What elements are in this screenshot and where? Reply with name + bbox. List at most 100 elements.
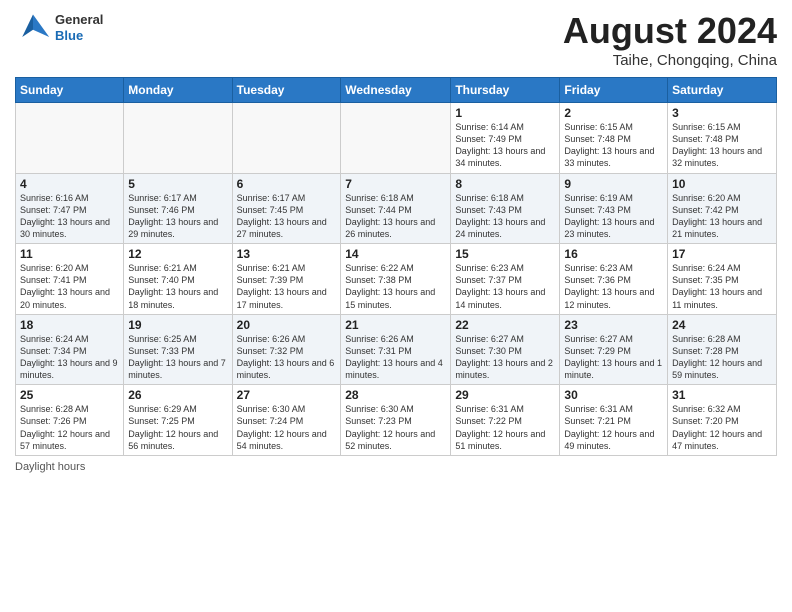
day-number: 24 bbox=[672, 318, 772, 332]
week-row-2: 4Sunrise: 6:16 AMSunset: 7:47 PMDaylight… bbox=[16, 173, 777, 244]
day-info: Sunrise: 6:23 AMSunset: 7:36 PMDaylight:… bbox=[564, 262, 663, 311]
day-cell-12: 12Sunrise: 6:21 AMSunset: 7:40 PMDayligh… bbox=[124, 244, 232, 315]
day-cell-16: 16Sunrise: 6:23 AMSunset: 7:36 PMDayligh… bbox=[560, 244, 668, 315]
day-number: 19 bbox=[128, 318, 227, 332]
day-number: 29 bbox=[455, 388, 555, 402]
day-info: Sunrise: 6:20 AMSunset: 7:42 PMDaylight:… bbox=[672, 192, 772, 241]
day-number: 27 bbox=[237, 388, 337, 402]
day-info: Sunrise: 6:19 AMSunset: 7:43 PMDaylight:… bbox=[564, 192, 663, 241]
day-cell-8: 8Sunrise: 6:18 AMSunset: 7:43 PMDaylight… bbox=[451, 173, 560, 244]
day-number: 21 bbox=[345, 318, 446, 332]
day-cell-10: 10Sunrise: 6:20 AMSunset: 7:42 PMDayligh… bbox=[668, 173, 777, 244]
day-cell-13: 13Sunrise: 6:21 AMSunset: 7:39 PMDayligh… bbox=[232, 244, 341, 315]
day-number: 28 bbox=[345, 388, 446, 402]
day-number: 18 bbox=[20, 318, 119, 332]
day-cell-15: 15Sunrise: 6:23 AMSunset: 7:37 PMDayligh… bbox=[451, 244, 560, 315]
day-number: 8 bbox=[455, 177, 555, 191]
day-cell-1: 1Sunrise: 6:14 AMSunset: 7:49 PMDaylight… bbox=[451, 103, 560, 174]
day-number: 5 bbox=[128, 177, 227, 191]
day-info: Sunrise: 6:28 AMSunset: 7:26 PMDaylight:… bbox=[20, 403, 119, 452]
day-number: 15 bbox=[455, 247, 555, 261]
day-info: Sunrise: 6:16 AMSunset: 7:47 PMDaylight:… bbox=[20, 192, 119, 241]
week-row-3: 11Sunrise: 6:20 AMSunset: 7:41 PMDayligh… bbox=[16, 244, 777, 315]
week-row-1: 1Sunrise: 6:14 AMSunset: 7:49 PMDaylight… bbox=[16, 103, 777, 174]
logo-icon bbox=[15, 10, 51, 46]
day-info: Sunrise: 6:21 AMSunset: 7:40 PMDaylight:… bbox=[128, 262, 227, 311]
day-number: 1 bbox=[455, 106, 555, 120]
day-info: Sunrise: 6:20 AMSunset: 7:41 PMDaylight:… bbox=[20, 262, 119, 311]
day-number: 25 bbox=[20, 388, 119, 402]
day-number: 20 bbox=[237, 318, 337, 332]
day-number: 2 bbox=[564, 106, 663, 120]
day-cell-11: 11Sunrise: 6:20 AMSunset: 7:41 PMDayligh… bbox=[16, 244, 124, 315]
day-number: 10 bbox=[672, 177, 772, 191]
page: General Blue August 2024 Taihe, Chongqin… bbox=[0, 0, 792, 488]
day-info: Sunrise: 6:25 AMSunset: 7:33 PMDaylight:… bbox=[128, 333, 227, 382]
week-row-4: 18Sunrise: 6:24 AMSunset: 7:34 PMDayligh… bbox=[16, 314, 777, 385]
header-sunday: Sunday bbox=[16, 78, 124, 103]
calendar-table: SundayMondayTuesdayWednesdayThursdayFrid… bbox=[15, 77, 777, 456]
day-cell-27: 27Sunrise: 6:30 AMSunset: 7:24 PMDayligh… bbox=[232, 385, 341, 456]
day-cell-31: 31Sunrise: 6:32 AMSunset: 7:20 PMDayligh… bbox=[668, 385, 777, 456]
day-cell-21: 21Sunrise: 6:26 AMSunset: 7:31 PMDayligh… bbox=[341, 314, 451, 385]
day-cell-24: 24Sunrise: 6:28 AMSunset: 7:28 PMDayligh… bbox=[668, 314, 777, 385]
day-number: 31 bbox=[672, 388, 772, 402]
day-number: 6 bbox=[237, 177, 337, 191]
day-cell-28: 28Sunrise: 6:30 AMSunset: 7:23 PMDayligh… bbox=[341, 385, 451, 456]
day-info: Sunrise: 6:15 AMSunset: 7:48 PMDaylight:… bbox=[564, 121, 663, 170]
day-cell-empty bbox=[232, 103, 341, 174]
day-info: Sunrise: 6:26 AMSunset: 7:32 PMDaylight:… bbox=[237, 333, 337, 382]
day-cell-26: 26Sunrise: 6:29 AMSunset: 7:25 PMDayligh… bbox=[124, 385, 232, 456]
day-info: Sunrise: 6:14 AMSunset: 7:49 PMDaylight:… bbox=[455, 121, 555, 170]
day-number: 22 bbox=[455, 318, 555, 332]
logo-text: General Blue bbox=[55, 12, 103, 43]
day-info: Sunrise: 6:24 AMSunset: 7:35 PMDaylight:… bbox=[672, 262, 772, 311]
logo: General Blue bbox=[15, 10, 103, 46]
day-info: Sunrise: 6:27 AMSunset: 7:30 PMDaylight:… bbox=[455, 333, 555, 382]
logo-general-text: General bbox=[55, 12, 103, 28]
logo-blue-text: Blue bbox=[55, 28, 103, 44]
day-info: Sunrise: 6:23 AMSunset: 7:37 PMDaylight:… bbox=[455, 262, 555, 311]
day-cell-20: 20Sunrise: 6:26 AMSunset: 7:32 PMDayligh… bbox=[232, 314, 341, 385]
day-info: Sunrise: 6:15 AMSunset: 7:48 PMDaylight:… bbox=[672, 121, 772, 170]
day-number: 23 bbox=[564, 318, 663, 332]
week-row-5: 25Sunrise: 6:28 AMSunset: 7:26 PMDayligh… bbox=[16, 385, 777, 456]
day-number: 26 bbox=[128, 388, 227, 402]
day-number: 17 bbox=[672, 247, 772, 261]
header-thursday: Thursday bbox=[451, 78, 560, 103]
day-cell-empty bbox=[124, 103, 232, 174]
day-cell-22: 22Sunrise: 6:27 AMSunset: 7:30 PMDayligh… bbox=[451, 314, 560, 385]
day-info: Sunrise: 6:18 AMSunset: 7:44 PMDaylight:… bbox=[345, 192, 446, 241]
day-cell-18: 18Sunrise: 6:24 AMSunset: 7:34 PMDayligh… bbox=[16, 314, 124, 385]
day-cell-19: 19Sunrise: 6:25 AMSunset: 7:33 PMDayligh… bbox=[124, 314, 232, 385]
day-cell-29: 29Sunrise: 6:31 AMSunset: 7:22 PMDayligh… bbox=[451, 385, 560, 456]
day-info: Sunrise: 6:31 AMSunset: 7:22 PMDaylight:… bbox=[455, 403, 555, 452]
day-info: Sunrise: 6:30 AMSunset: 7:24 PMDaylight:… bbox=[237, 403, 337, 452]
day-number: 9 bbox=[564, 177, 663, 191]
calendar-title: August 2024 bbox=[563, 10, 777, 52]
day-number: 3 bbox=[672, 106, 772, 120]
day-info: Sunrise: 6:30 AMSunset: 7:23 PMDaylight:… bbox=[345, 403, 446, 452]
header: General Blue August 2024 Taihe, Chongqin… bbox=[15, 10, 777, 69]
day-info: Sunrise: 6:22 AMSunset: 7:38 PMDaylight:… bbox=[345, 262, 446, 311]
day-cell-6: 6Sunrise: 6:17 AMSunset: 7:45 PMDaylight… bbox=[232, 173, 341, 244]
day-number: 13 bbox=[237, 247, 337, 261]
day-info: Sunrise: 6:27 AMSunset: 7:29 PMDaylight:… bbox=[564, 333, 663, 382]
header-wednesday: Wednesday bbox=[341, 78, 451, 103]
day-cell-17: 17Sunrise: 6:24 AMSunset: 7:35 PMDayligh… bbox=[668, 244, 777, 315]
day-info: Sunrise: 6:21 AMSunset: 7:39 PMDaylight:… bbox=[237, 262, 337, 311]
day-info: Sunrise: 6:31 AMSunset: 7:21 PMDaylight:… bbox=[564, 403, 663, 452]
day-cell-5: 5Sunrise: 6:17 AMSunset: 7:46 PMDaylight… bbox=[124, 173, 232, 244]
day-info: Sunrise: 6:17 AMSunset: 7:46 PMDaylight:… bbox=[128, 192, 227, 241]
day-info: Sunrise: 6:17 AMSunset: 7:45 PMDaylight:… bbox=[237, 192, 337, 241]
day-info: Sunrise: 6:28 AMSunset: 7:28 PMDaylight:… bbox=[672, 333, 772, 382]
day-cell-14: 14Sunrise: 6:22 AMSunset: 7:38 PMDayligh… bbox=[341, 244, 451, 315]
header-monday: Monday bbox=[124, 78, 232, 103]
day-number: 12 bbox=[128, 247, 227, 261]
day-info: Sunrise: 6:29 AMSunset: 7:25 PMDaylight:… bbox=[128, 403, 227, 452]
day-number: 11 bbox=[20, 247, 119, 261]
title-block: August 2024 Taihe, Chongqing, China bbox=[563, 10, 777, 69]
calendar-header-row: SundayMondayTuesdayWednesdayThursdayFrid… bbox=[16, 78, 777, 103]
day-number: 4 bbox=[20, 177, 119, 191]
day-cell-2: 2Sunrise: 6:15 AMSunset: 7:48 PMDaylight… bbox=[560, 103, 668, 174]
